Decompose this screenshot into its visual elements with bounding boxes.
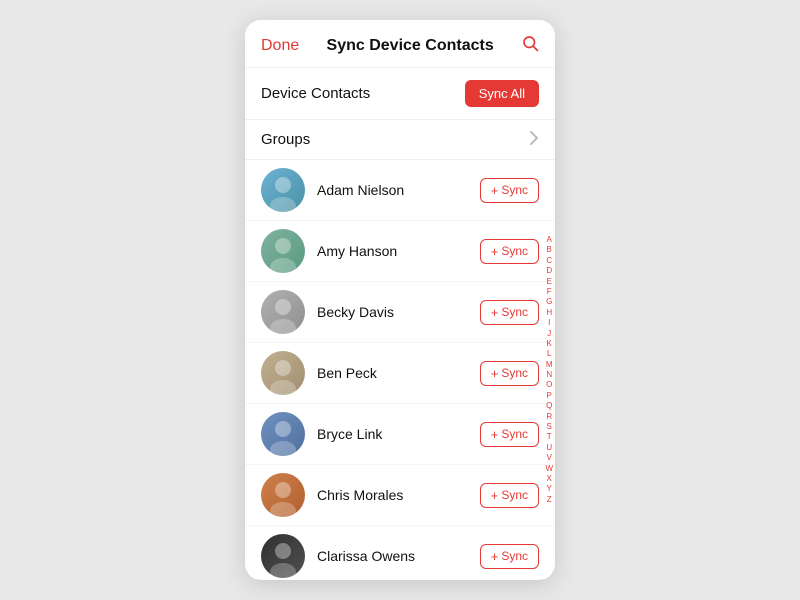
sync-button[interactable]: + Sync bbox=[480, 178, 539, 203]
alpha-letter[interactable]: C bbox=[546, 256, 552, 266]
avatar bbox=[261, 473, 305, 517]
contact-name: Clarissa Owens bbox=[317, 548, 480, 564]
alpha-letter[interactable]: Y bbox=[547, 484, 552, 494]
avatar bbox=[261, 412, 305, 456]
alpha-letter[interactable]: H bbox=[546, 308, 552, 318]
contact-name: Ben Peck bbox=[317, 365, 480, 381]
alpha-letter[interactable]: L bbox=[547, 349, 551, 359]
contact-name: Adam Nielson bbox=[317, 182, 480, 198]
alpha-letter[interactable]: R bbox=[546, 412, 552, 422]
phone-panel: Done Sync Device Contacts Device Contact… bbox=[245, 20, 555, 580]
avatar bbox=[261, 534, 305, 578]
alpha-letter[interactable]: E bbox=[547, 276, 552, 286]
alpha-letter[interactable]: G bbox=[546, 297, 552, 307]
plus-icon: + bbox=[491, 427, 499, 442]
alpha-letter[interactable]: Z bbox=[547, 495, 552, 505]
alpha-letter[interactable]: I bbox=[548, 318, 550, 328]
groups-label: Groups bbox=[261, 131, 310, 148]
alpha-letter[interactable]: Q bbox=[546, 401, 552, 411]
alpha-letter[interactable]: D bbox=[546, 266, 552, 276]
alpha-letter[interactable]: F bbox=[547, 287, 552, 297]
avatar bbox=[261, 351, 305, 395]
plus-icon: + bbox=[491, 549, 499, 564]
chevron-right-icon bbox=[529, 130, 539, 149]
sync-all-button[interactable]: Sync All bbox=[465, 80, 539, 107]
sync-button[interactable]: + Sync bbox=[480, 422, 539, 447]
plus-icon: + bbox=[491, 183, 499, 198]
alpha-letter[interactable]: J bbox=[547, 328, 551, 338]
sync-button[interactable]: + Sync bbox=[480, 239, 539, 264]
plus-icon: + bbox=[491, 305, 499, 320]
device-contacts-row: Device Contacts Sync All bbox=[245, 68, 555, 120]
alpha-letter[interactable]: X bbox=[547, 474, 552, 484]
alpha-letter[interactable]: W bbox=[545, 464, 553, 474]
done-button[interactable]: Done bbox=[261, 37, 299, 55]
contact-name: Bryce Link bbox=[317, 426, 480, 442]
alpha-letter[interactable]: O bbox=[546, 380, 552, 390]
alpha-letter[interactable]: S bbox=[547, 422, 552, 432]
list-item: Amy Hanson+ Sync bbox=[245, 221, 555, 282]
alpha-letter[interactable]: T bbox=[547, 432, 552, 442]
contact-name: Amy Hanson bbox=[317, 243, 480, 259]
groups-row[interactable]: Groups bbox=[245, 120, 555, 160]
contacts-list: Adam Nielson+ Sync Amy Hanson+ Sync Beck… bbox=[245, 160, 555, 580]
alpha-letter[interactable]: A bbox=[547, 235, 552, 245]
plus-icon: + bbox=[491, 488, 499, 503]
list-item: Becky Davis+ Sync bbox=[245, 282, 555, 343]
avatar bbox=[261, 290, 305, 334]
sync-button[interactable]: + Sync bbox=[480, 544, 539, 569]
alpha-index[interactable]: ABCDEFGHIJKLMNOPQRSTUVWXYZ bbox=[545, 235, 553, 505]
header: Done Sync Device Contacts bbox=[245, 20, 555, 68]
page-title: Sync Device Contacts bbox=[327, 37, 494, 55]
list-item: Adam Nielson+ Sync bbox=[245, 160, 555, 221]
sync-button[interactable]: + Sync bbox=[480, 483, 539, 508]
sync-button[interactable]: + Sync bbox=[480, 300, 539, 325]
alpha-letter[interactable]: M bbox=[546, 360, 553, 370]
alpha-letter[interactable]: P bbox=[547, 391, 552, 401]
contact-name: Chris Morales bbox=[317, 487, 480, 503]
avatar bbox=[261, 229, 305, 273]
contact-name: Becky Davis bbox=[317, 304, 480, 320]
alpha-letter[interactable]: V bbox=[547, 453, 552, 463]
search-icon[interactable] bbox=[521, 34, 539, 57]
sync-button[interactable]: + Sync bbox=[480, 361, 539, 386]
alpha-letter[interactable]: N bbox=[546, 370, 552, 380]
alpha-letter[interactable]: K bbox=[547, 339, 552, 349]
alpha-letter[interactable]: B bbox=[547, 245, 552, 255]
avatar bbox=[261, 168, 305, 212]
list-item: Chris Morales+ Sync bbox=[245, 465, 555, 526]
alpha-letter[interactable]: U bbox=[546, 443, 552, 453]
plus-icon: + bbox=[491, 366, 499, 381]
list-item: Clarissa Owens+ Sync bbox=[245, 526, 555, 580]
list-item: Bryce Link+ Sync bbox=[245, 404, 555, 465]
list-item: Ben Peck+ Sync bbox=[245, 343, 555, 404]
plus-icon: + bbox=[491, 244, 499, 259]
device-contacts-label: Device Contacts bbox=[261, 85, 370, 102]
